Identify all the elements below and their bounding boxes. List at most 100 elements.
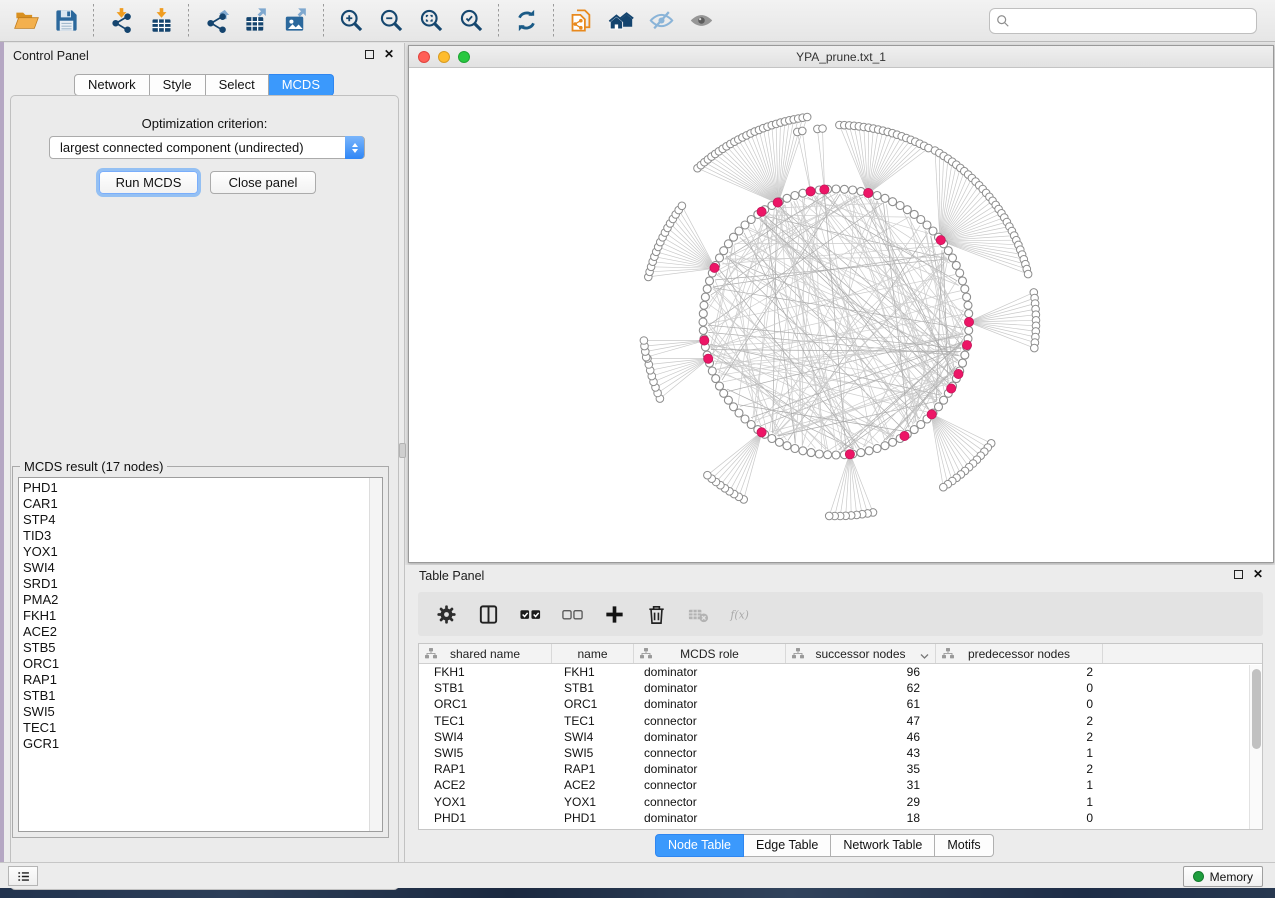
mcds-result-item[interactable]: YOX1 xyxy=(19,544,369,560)
table-cell[interactable]: connector xyxy=(634,778,786,792)
table-row[interactable]: ACE2ACE2connector311 xyxy=(419,777,1262,793)
close-panel-icon[interactable]: ✕ xyxy=(384,50,394,59)
tab-network-table[interactable]: Network Table xyxy=(831,834,935,857)
mcds-result-item[interactable]: RAP1 xyxy=(19,672,369,688)
tab-mcds[interactable]: MCDS xyxy=(269,74,334,96)
table-cell[interactable]: dominator xyxy=(634,681,786,695)
table-scrollbar[interactable] xyxy=(1249,665,1262,829)
table-cell[interactable]: 43 xyxy=(786,746,936,760)
table-cell[interactable]: connector xyxy=(634,746,786,760)
table-cell[interactable]: FKH1 xyxy=(419,665,552,679)
mcds-result-item[interactable]: ORC1 xyxy=(19,656,369,672)
mcds-list-scrollbar[interactable] xyxy=(369,478,382,831)
task-history-button[interactable] xyxy=(8,866,38,886)
table-cell[interactable]: 47 xyxy=(786,714,936,728)
table-row[interactable]: STB1STB1dominator620 xyxy=(419,680,1262,696)
minimize-window-icon[interactable] xyxy=(438,51,450,63)
table-cell[interactable]: 1 xyxy=(936,795,1103,809)
table-cell[interactable]: dominator xyxy=(634,697,786,711)
table-cell[interactable]: ORC1 xyxy=(419,697,552,711)
table-row[interactable]: PHD1PHD1dominator180 xyxy=(419,810,1262,826)
table-cell[interactable]: SWI4 xyxy=(552,730,634,744)
table-cell[interactable]: connector xyxy=(634,795,786,809)
table-row[interactable]: FKH1FKH1dominator962 xyxy=(419,664,1262,680)
import-network-icon[interactable] xyxy=(101,4,141,38)
table-cell[interactable]: FKH1 xyxy=(552,665,634,679)
duplicate-network-icon[interactable] xyxy=(561,4,601,38)
table-cell[interactable]: PHD1 xyxy=(552,811,634,825)
zoom-out-icon[interactable] xyxy=(371,4,411,38)
vertical-splitter-handle[interactable] xyxy=(399,443,406,458)
table-cell[interactable]: ACE2 xyxy=(552,778,634,792)
table-cell[interactable]: 46 xyxy=(786,730,936,744)
table-cell[interactable]: SWI5 xyxy=(552,746,634,760)
table-cell[interactable]: TEC1 xyxy=(419,714,552,728)
zoom-in-icon[interactable] xyxy=(331,4,371,38)
table-cell[interactable]: 62 xyxy=(786,681,936,695)
open-file-icon[interactable] xyxy=(6,4,46,38)
network-canvas[interactable] xyxy=(409,68,1273,562)
close-window-icon[interactable] xyxy=(418,51,430,63)
hide-selected-icon[interactable] xyxy=(641,4,681,38)
float-panel-icon[interactable] xyxy=(365,50,374,59)
mcds-result-item[interactable]: PHD1 xyxy=(19,480,369,496)
tab-node-table[interactable]: Node Table xyxy=(655,834,744,857)
table-cell[interactable]: 35 xyxy=(786,762,936,776)
mcds-result-item[interactable]: STB1 xyxy=(19,688,369,704)
add-column-icon[interactable] xyxy=(596,596,632,632)
mcds-result-item[interactable]: ACE2 xyxy=(19,624,369,640)
run-mcds-button[interactable]: Run MCDS xyxy=(99,171,198,194)
mcds-result-item[interactable]: SWI5 xyxy=(19,704,369,720)
table-cell[interactable]: 0 xyxy=(936,697,1103,711)
export-table-icon[interactable] xyxy=(236,4,276,38)
criterion-select[interactable]: largest connected component (undirected) xyxy=(49,136,365,159)
table-cell[interactable]: 18 xyxy=(786,811,936,825)
float-panel-icon[interactable] xyxy=(1234,570,1243,579)
table-row[interactable]: RAP1RAP1dominator352 xyxy=(419,761,1262,777)
table-cell[interactable]: SWI5 xyxy=(419,746,552,760)
tab-network[interactable]: Network xyxy=(74,74,150,96)
table-cell[interactable]: 31 xyxy=(786,778,936,792)
table-cell[interactable]: dominator xyxy=(634,762,786,776)
table-cell[interactable]: dominator xyxy=(634,665,786,679)
table-cell[interactable]: 0 xyxy=(936,681,1103,695)
table-cell[interactable]: 2 xyxy=(936,762,1103,776)
table-cell[interactable]: 96 xyxy=(786,665,936,679)
deselect-all-checkboxes-icon[interactable] xyxy=(554,596,590,632)
maximize-window-icon[interactable] xyxy=(458,51,470,63)
table-cell[interactable]: TEC1 xyxy=(552,714,634,728)
table-row[interactable]: SWI5SWI5connector431 xyxy=(419,745,1262,761)
memory-button[interactable]: Memory xyxy=(1183,866,1263,887)
table-row[interactable]: SWI4SWI4dominator462 xyxy=(419,729,1262,745)
select-all-checkboxes-icon[interactable] xyxy=(512,596,548,632)
table-cell[interactable]: YOX1 xyxy=(419,795,552,809)
table-cell[interactable]: 1 xyxy=(936,746,1103,760)
column-header-shared-name[interactable]: shared name xyxy=(419,644,552,663)
delete-columns-icon[interactable] xyxy=(638,596,674,632)
refresh-icon[interactable] xyxy=(506,4,546,38)
show-all-icon[interactable] xyxy=(681,4,721,38)
table-cell[interactable]: ORC1 xyxy=(552,697,634,711)
mcds-result-item[interactable]: STP4 xyxy=(19,512,369,528)
export-image-icon[interactable] xyxy=(276,4,316,38)
column-header-MCDS-role[interactable]: MCDS role xyxy=(634,644,786,663)
table-cell[interactable]: dominator xyxy=(634,730,786,744)
table-cell[interactable]: STB1 xyxy=(419,681,552,695)
table-cell[interactable]: 61 xyxy=(786,697,936,711)
settings-gear-icon[interactable] xyxy=(428,596,464,632)
mcds-result-item[interactable]: PMA2 xyxy=(19,592,369,608)
close-panel-button[interactable]: Close panel xyxy=(210,171,316,194)
tab-motifs[interactable]: Motifs xyxy=(935,834,993,857)
table-row[interactable]: ORC1ORC1dominator610 xyxy=(419,696,1262,712)
first-neighbors-icon[interactable] xyxy=(601,4,641,38)
column-header-predecessor-nodes[interactable]: predecessor nodes xyxy=(936,644,1103,663)
mcds-result-item[interactable]: FKH1 xyxy=(19,608,369,624)
mcds-result-item[interactable]: TEC1 xyxy=(19,720,369,736)
save-session-icon[interactable] xyxy=(46,4,86,38)
mcds-result-item[interactable]: GCR1 xyxy=(19,736,369,752)
table-scrollbar-thumb[interactable] xyxy=(1252,669,1261,749)
table-row[interactable]: TEC1TEC1connector472 xyxy=(419,713,1262,729)
mcds-result-item[interactable]: STB5 xyxy=(19,640,369,656)
table-cell[interactable]: 29 xyxy=(786,795,936,809)
table-cell[interactable]: 0 xyxy=(936,811,1103,825)
